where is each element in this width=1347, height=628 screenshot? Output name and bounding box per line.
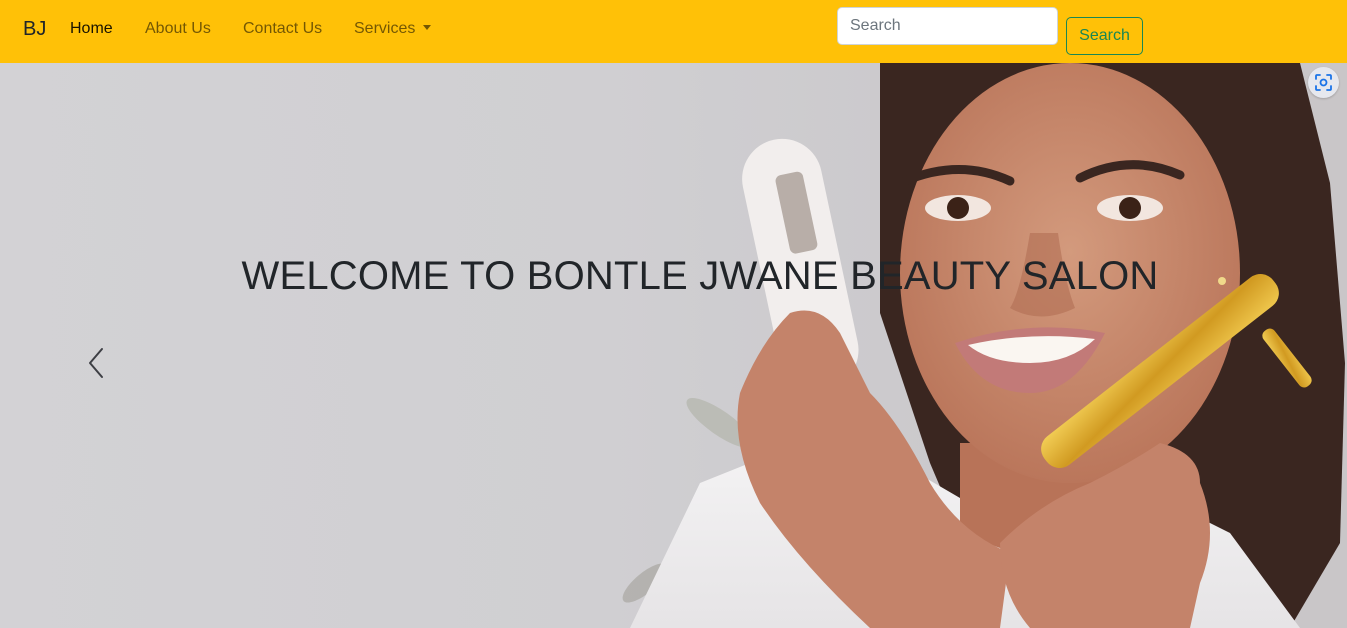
hero-heading: WELCOME TO BONTLE JWANE BEAUTY SALON <box>241 254 1159 298</box>
visual-search-button[interactable] <box>1308 67 1339 98</box>
search-input[interactable] <box>837 7 1058 45</box>
hero-carousel: WELCOME TO BONTLE JWANE BEAUTY SALON <box>0 63 1347 628</box>
chevron-left-icon <box>89 348 103 378</box>
nav-link-services-dropdown[interactable]: Services <box>354 20 432 38</box>
nav-link-about-us[interactable]: About Us <box>145 20 211 38</box>
nav-link-contact-us[interactable]: Contact Us <box>243 20 322 38</box>
top-navbar: BJ Home About Us Contact Us Services Sea… <box>0 0 1347 63</box>
caret-down-icon <box>423 25 432 30</box>
nav-link-home[interactable]: Home <box>70 20 113 38</box>
brand-logo[interactable]: BJ <box>23 18 46 41</box>
visual-search-icon <box>1315 74 1332 91</box>
carousel-previous-button[interactable] <box>80 343 112 383</box>
search-button[interactable]: Search <box>1066 17 1143 55</box>
nav-link-services-label: Services <box>354 20 416 37</box>
hero-image <box>622 63 1345 628</box>
